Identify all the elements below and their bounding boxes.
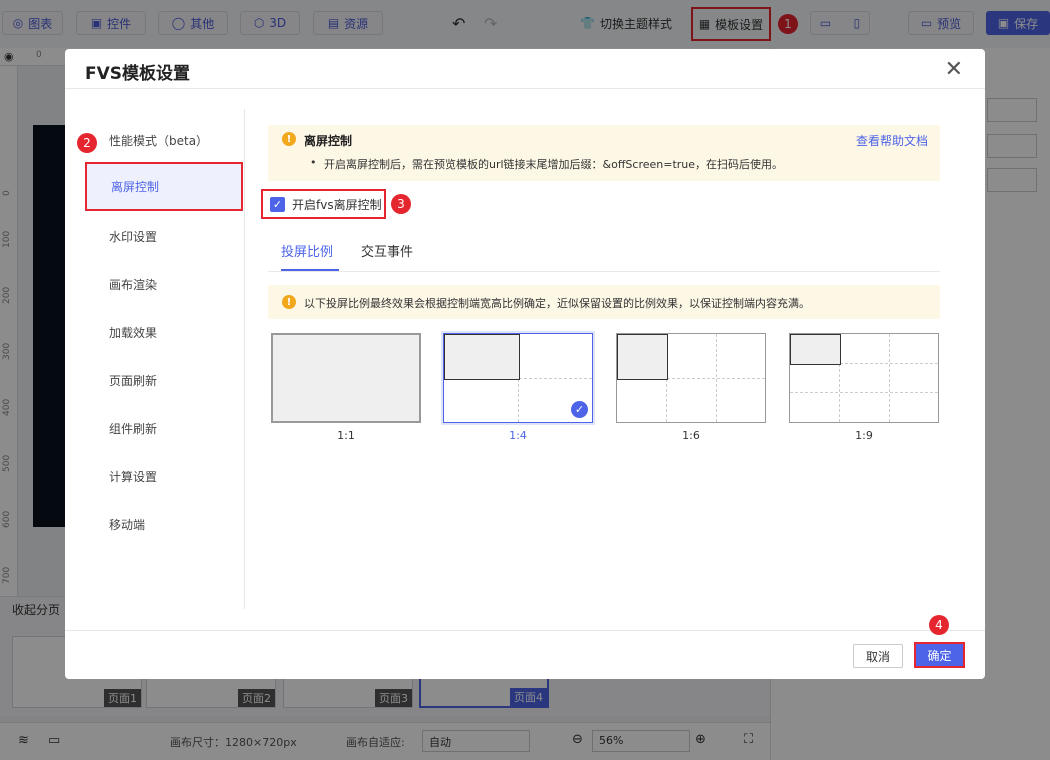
grid-line: [889, 334, 890, 422]
sidebar-item-compute[interactable]: 计算设置: [85, 453, 243, 499]
ratio-notice-text: 以下投屏比例最终效果会根据控制端宽高比例确定，近似保留设置的比例效果，以保证控制…: [304, 297, 810, 310]
dialog-title: FVS模板设置: [85, 64, 191, 84]
sidebar-item-performance[interactable]: 性能模式（beta）: [85, 117, 243, 163]
ratio-label: 1:9: [855, 429, 873, 442]
ratio-label: 1:1: [337, 429, 355, 442]
step-marker-4: 4: [929, 615, 949, 635]
notice-text: 开启离屏控制后，需在预览模板的url链接末尾增加后缀：&offScreen=tr…: [324, 158, 784, 171]
grid-line: [790, 392, 938, 393]
warning-icon: !: [282, 132, 296, 146]
ratio-option-1-1[interactable]: [271, 333, 421, 423]
close-icon[interactable]: ✕: [945, 57, 963, 82]
ratio-cell: [444, 334, 520, 380]
ratio-option-1-6[interactable]: [616, 333, 766, 423]
sidebar-item-mobile[interactable]: 移动端: [85, 501, 243, 547]
cancel-button[interactable]: 取消: [853, 644, 903, 668]
step-marker-2: 2: [77, 133, 97, 153]
check-icon[interactable]: ✓: [270, 196, 285, 212]
ratio-cell: [790, 334, 841, 365]
tab-screen-ratio[interactable]: 投屏比例: [281, 241, 333, 260]
offscreen-notice: ! 离屏控制 查看帮助文档 • 开启离屏控制后，需在预览模板的url链接末尾增加…: [268, 125, 940, 181]
sidebar-item-offscreen[interactable]: 离屏控制: [85, 162, 243, 211]
ratio-cell: [617, 334, 668, 380]
ratio-option-1-4[interactable]: ✓: [443, 333, 593, 423]
step-marker-3: 3: [391, 194, 411, 214]
offscreen-checkbox[interactable]: ✓ 开启fvs离屏控制: [261, 189, 386, 219]
sidebar-item-watermark[interactable]: 水印设置: [85, 213, 243, 259]
ratio-label: 1:4: [509, 429, 527, 442]
selected-check-icon: ✓: [571, 401, 588, 418]
sidebar-item-page-refresh[interactable]: 页面刷新: [85, 357, 243, 403]
ratio-label: 1:6: [682, 429, 700, 442]
template-settings-dialog: FVS模板设置 ✕ 性能模式（beta） 离屏控制 2 水印设置 画布渲染 加载…: [65, 49, 985, 679]
sidebar-item-widget-refresh[interactable]: 组件刷新: [85, 405, 243, 451]
notice-title: 离屏控制: [304, 134, 353, 148]
help-doc-link[interactable]: 查看帮助文档: [856, 132, 928, 149]
bullet: •: [310, 156, 317, 169]
divider: [244, 109, 245, 609]
divider: [65, 630, 985, 631]
checkbox-label: 开启fvs离屏控制: [292, 197, 382, 212]
divider: [65, 88, 985, 89]
tabs: 投屏比例 交互事件: [268, 230, 940, 272]
warning-icon: !: [282, 295, 296, 309]
sidebar-item-render[interactable]: 画布渲染: [85, 261, 243, 307]
confirm-button[interactable]: 确定: [914, 642, 965, 668]
ratio-option-1-9[interactable]: [789, 333, 939, 423]
tab-interaction[interactable]: 交互事件: [361, 241, 413, 260]
tab-underline: [281, 269, 339, 271]
ratio-cell: [272, 334, 420, 422]
ratio-notice: ! 以下投屏比例最终效果会根据控制端宽高比例确定，近似保留设置的比例效果，以保证…: [268, 285, 940, 319]
sidebar-item-loading[interactable]: 加载效果: [85, 309, 243, 355]
